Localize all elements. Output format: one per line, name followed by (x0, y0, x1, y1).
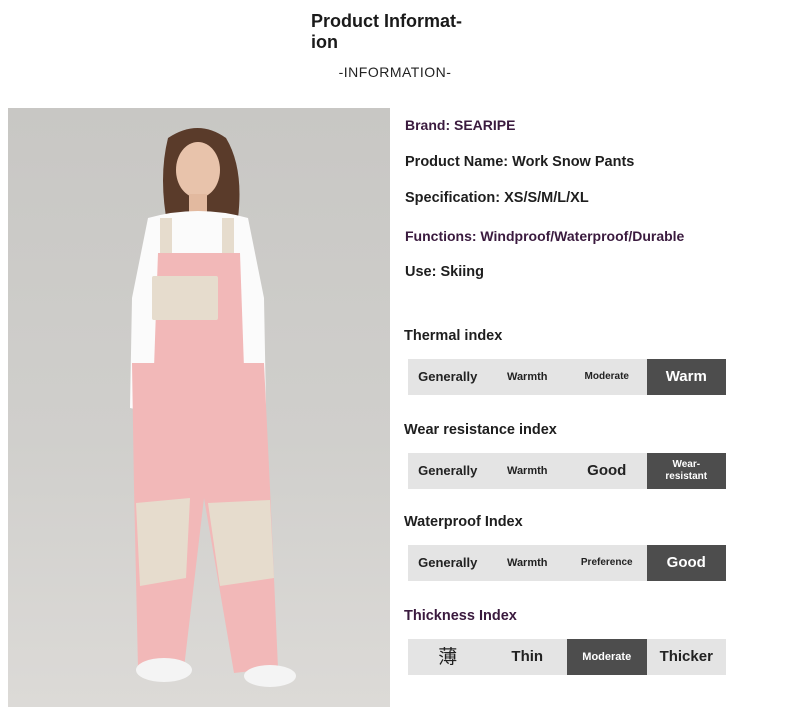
index-cell: Generally (418, 463, 478, 478)
index-cell-active: Warm (646, 359, 726, 395)
functions-line: Functions: Windproof/Waterproof/Durable (405, 228, 685, 244)
thermal-index-bar: Generally Warmth Moderate Warm (408, 359, 726, 395)
specification-line: Specification: XS/S/M/L/XL (405, 190, 589, 206)
page-title: Product Informat- ion (311, 11, 462, 52)
product-photo (8, 108, 390, 707)
index-cell: Generally (418, 555, 478, 570)
product-name-line: Product Name: Work Snow Pants (405, 154, 635, 170)
index-cell: Warmth (506, 465, 548, 477)
index-cell: Thicker (659, 648, 713, 665)
brand-line: Brand: SEARIPE (405, 117, 516, 133)
index-cell: Warmth (506, 371, 548, 383)
thickness-index-bar: 薄 Thin Moderate Thicker (408, 639, 726, 675)
index-cell-active: Good (646, 545, 726, 581)
waterproof-index-title: Waterproof Index (404, 514, 523, 530)
model-in-snow-pants-illustration (130, 128, 296, 687)
index-cell: 薄 (438, 646, 458, 668)
waterproof-index-bar: Generally Warmth Preference Good (408, 545, 726, 581)
use-line: Use: Skiing (405, 264, 484, 280)
index-cell: Warmth (506, 557, 548, 569)
thickness-index-title: Thickness Index (404, 608, 517, 624)
index-cell: Generally (418, 369, 478, 384)
wear-resistance-index-title: Wear resistance index (404, 422, 557, 438)
wear-resistance-index-bar: Generally Warmth Good Wear- resistant (408, 453, 726, 489)
index-cell: Good (587, 462, 627, 479)
index-cell-active: Moderate (567, 639, 647, 675)
index-cell: Preference (580, 557, 633, 568)
thermal-index-title: Thermal index (404, 328, 503, 344)
index-cell: Moderate (584, 371, 629, 382)
index-cell-active: Wear- resistant (646, 453, 726, 489)
index-cell: Thin (511, 648, 544, 665)
page-subtitle: -INFORMATION- (338, 64, 452, 80)
